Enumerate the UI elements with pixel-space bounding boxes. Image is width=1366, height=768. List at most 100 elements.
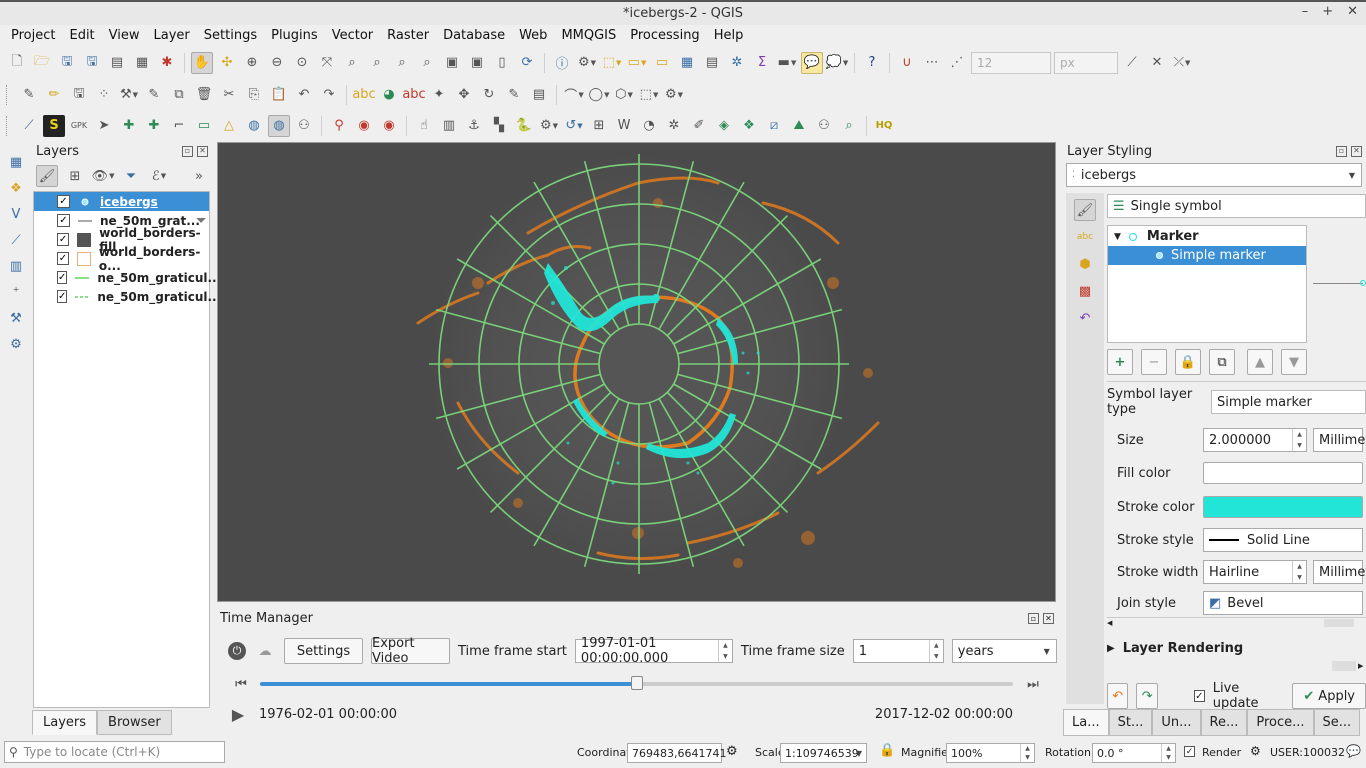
- save-as-icon[interactable]: 🖫: [81, 52, 103, 74]
- power-icon[interactable]: ⏻: [228, 642, 246, 660]
- layer-checkbox[interactable]: ✓: [57, 271, 68, 284]
- fill-color-button[interactable]: [1203, 462, 1363, 484]
- remove-symbol-layer-button[interactable]: −: [1141, 349, 1167, 375]
- data-source-manager-icon[interactable]: ▦: [5, 151, 27, 173]
- stroke-width-unit-select[interactable]: Millimet: [1313, 560, 1366, 584]
- menu-project[interactable]: Project: [4, 28, 62, 43]
- labels-icon[interactable]: abc: [1074, 226, 1096, 248]
- menu-mmqgis[interactable]: MMQGIS: [554, 28, 623, 43]
- label-move-icon[interactable]: ✥: [453, 84, 475, 106]
- actions-icon[interactable]: ⚙ ▼: [576, 52, 598, 74]
- layer-row[interactable]: ✓ ne_50m_graticul...: [34, 268, 221, 287]
- select-value-icon[interactable]: ▭ ▼: [626, 52, 648, 74]
- new-tool-icon[interactable]: ⚒: [5, 307, 27, 329]
- scale-field[interactable]: 1:109746539 ▼: [780, 743, 867, 763]
- pan-to-selection-icon[interactable]: ✣: [216, 52, 238, 74]
- menu-layer[interactable]: Layer: [147, 28, 197, 43]
- menu-raster[interactable]: Raster: [380, 28, 436, 43]
- open-styling-icon[interactable]: 🖌: [36, 165, 58, 187]
- layer-rendering-section[interactable]: ▶ Layer Rendering: [1107, 641, 1243, 656]
- add-line-icon[interactable]: ⟋: [5, 229, 27, 251]
- plugin-l-icon[interactable]: ⧄: [763, 115, 785, 137]
- zoom-out-icon[interactable]: ⊖: [266, 52, 288, 74]
- layer-checkbox[interactable]: ✓: [57, 290, 68, 303]
- add-layer-icon[interactable]: ❖: [5, 177, 27, 199]
- snap-segment-icon[interactable]: ⋰: [946, 52, 968, 74]
- lock-scale-icon[interactable]: 🔒: [879, 743, 895, 758]
- reshape-icon[interactable]: ⬡ ▼: [613, 84, 635, 106]
- tab-search[interactable]: Se...: [1313, 709, 1361, 736]
- menu-help[interactable]: Help: [707, 28, 751, 43]
- plugin-k-icon[interactable]: ❖: [738, 115, 760, 137]
- rotate-point-icon[interactable]: ⚙ ▼: [663, 84, 685, 106]
- tab-results[interactable]: Re...: [1200, 709, 1248, 736]
- map-canvas[interactable]: [217, 142, 1056, 602]
- redo-icon[interactable]: ↷: [318, 84, 340, 106]
- plugin-n-icon[interactable]: ⚇: [813, 115, 835, 137]
- zoom-layer-icon[interactable]: ⌕: [366, 52, 388, 74]
- plugin-c-icon[interactable]: ⚙ ▼: [538, 115, 560, 137]
- select-features-icon[interactable]: ⬚ ▼: [601, 52, 623, 74]
- toggle-editing-icon[interactable]: ✏: [43, 84, 65, 106]
- font-size-field[interactable]: 12: [971, 51, 1051, 74]
- float-icon[interactable]: ▫: [1028, 612, 1039, 624]
- copy-icon[interactable]: ⎘: [243, 84, 265, 106]
- binoculars-icon[interactable]: ⚇: [293, 115, 315, 137]
- plugin-g-icon[interactable]: ◔: [638, 115, 660, 137]
- map-tips-icon[interactable]: 💬: [801, 51, 823, 74]
- more-icon[interactable]: »: [188, 165, 210, 187]
- visibility-icon[interactable]: 👁 ▼: [92, 165, 115, 187]
- layout-manager-icon[interactable]: ▦: [131, 52, 153, 74]
- paste-icon[interactable]: 📋: [268, 84, 290, 106]
- help-icon[interactable]: ?: [861, 52, 883, 74]
- open-project-icon[interactable]: 🗁: [31, 52, 53, 74]
- statistics-icon[interactable]: Σ: [751, 52, 773, 74]
- offset-curve-icon[interactable]: ◯ ▼: [588, 84, 610, 106]
- copy-features-icon[interactable]: ⧉: [168, 84, 190, 106]
- frame-size-field[interactable]: 1 ▲ ▼: [852, 639, 944, 663]
- duplicate-icon[interactable]: ⧉: [1209, 349, 1235, 375]
- save-edits-icon[interactable]: 🖫: [68, 84, 90, 106]
- apply-button[interactable]: ✔ Apply: [1292, 683, 1366, 709]
- close-icon[interactable]: ✕: [1347, 4, 1358, 19]
- digitize-icon[interactable]: ⁘: [93, 84, 115, 106]
- mask-icon[interactable]: ▩: [1074, 280, 1096, 302]
- identify-icon[interactable]: ⓘ: [551, 52, 573, 74]
- snapping-icon[interactable]: ∪: [896, 52, 918, 74]
- zoom-next-icon[interactable]: ⌕: [416, 52, 438, 74]
- panel-close-icon[interactable]: ✕: [1351, 145, 1362, 157]
- add-group-icon[interactable]: ⊞: [64, 165, 86, 187]
- deselect-icon[interactable]: ▭: [651, 52, 673, 74]
- cut-icon[interactable]: ✂: [218, 84, 240, 106]
- locate-input[interactable]: ⚲ Type to locate (Ctrl+K): [4, 741, 225, 763]
- join-style-select[interactable]: ◩ Bevel: [1203, 591, 1363, 615]
- undo-style-icon[interactable]: ↶: [1107, 683, 1129, 709]
- save-project-icon[interactable]: 🖫: [56, 52, 78, 74]
- move-down-icon[interactable]: ▼: [1281, 349, 1307, 375]
- crs-label[interactable]: USER:100032: [1270, 746, 1345, 759]
- stroke-color-button[interactable]: [1203, 496, 1363, 518]
- size-unit-select[interactable]: Millimet: [1313, 428, 1366, 452]
- new-layer-icon[interactable]: ▭: [193, 115, 215, 137]
- add-vector-icon[interactable]: ✚: [118, 115, 140, 137]
- plugin-a-icon[interactable]: ⚓: [463, 115, 485, 137]
- intersection-icon[interactable]: ⤫ ▼: [1171, 52, 1193, 74]
- layer-checkbox[interactable]: ✓: [57, 195, 70, 208]
- tab-layers[interactable]: La...: [1063, 709, 1109, 736]
- pan-map-icon[interactable]: ✋: [191, 51, 213, 74]
- filter-legend-icon[interactable]: ⏷: [120, 165, 142, 187]
- bookmarks-icon[interactable]: ▯: [491, 52, 513, 74]
- layer-select[interactable]: ⁚ icebergs ▼: [1066, 163, 1362, 187]
- size-field[interactable]: 2.000000 ▲ ▼: [1203, 428, 1307, 452]
- delete-selected-icon[interactable]: 🗑: [193, 84, 215, 106]
- h-scrollbar-2[interactable]: ▶: [1107, 660, 1366, 672]
- layer-checkbox[interactable]: ✓: [57, 252, 69, 265]
- export-video-button[interactable]: Export Video: [371, 636, 450, 666]
- font-unit-select[interactable]: px: [1054, 51, 1118, 74]
- undo-icon[interactable]: ↶: [293, 84, 315, 106]
- history-icon[interactable]: ↶: [1074, 307, 1096, 329]
- play-icon[interactable]: ▶: [227, 703, 249, 725]
- python-icon[interactable]: 🐍: [513, 115, 535, 137]
- snap-vertex-icon[interactable]: ⋯: [921, 52, 943, 74]
- panel-close-icon[interactable]: ✕: [1043, 612, 1054, 624]
